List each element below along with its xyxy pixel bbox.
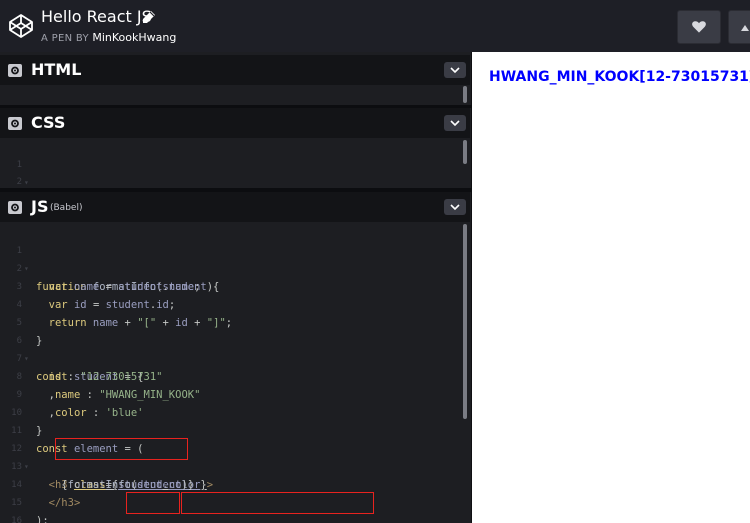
rendered-output: HWANG_MIN_KOOK[12-73015731] xyxy=(489,69,750,85)
css-scrollbar[interactable] xyxy=(463,140,467,164)
byline-prefix: A PEN BY xyxy=(41,33,89,44)
js-collapse-chevron-down-icon[interactable] xyxy=(444,199,466,215)
js-code-area[interactable]: 1 ▾ function formatInfo(student){ 2 var … xyxy=(0,222,470,523)
css-settings-gear-icon[interactable] xyxy=(8,117,22,130)
css-editor-label: CSS xyxy=(31,113,66,132)
html-code-area[interactable]: 1 <div id="root"></div> xyxy=(0,85,470,105)
css-collapse-chevron-down-icon[interactable] xyxy=(444,115,466,131)
js-editor-header: JS (Babel) xyxy=(0,192,470,222)
html-editor-header: HTML xyxy=(0,55,470,85)
code-line: 1 ▾ .blue { xyxy=(0,138,460,187)
html-settings-gear-icon[interactable] xyxy=(8,64,22,77)
js-preprocessor-label: (Babel) xyxy=(50,203,83,213)
code-line: 4 return name + "[" + id + "]"; xyxy=(0,278,460,329)
code-line: 14 </h3> xyxy=(0,458,460,509)
heart-button[interactable] xyxy=(677,10,721,44)
highlight-box-element xyxy=(126,492,180,514)
share-icon xyxy=(741,25,749,31)
author-link[interactable]: MinKookHwang xyxy=(92,31,176,44)
editor-panel: HTML 1 <div id="root"></div> CSS 1 ▾ .bl… xyxy=(0,52,472,523)
code-line: 5 } xyxy=(0,296,460,347)
js-settings-gear-icon[interactable] xyxy=(8,201,22,214)
code-line: 8 ,name : "HWANG_MIN_KOOK" xyxy=(0,350,460,401)
code-line: 10 } xyxy=(0,386,460,437)
html-collapse-chevron-down-icon[interactable] xyxy=(444,62,466,78)
pen-title[interactable]: Hello React JS xyxy=(41,7,152,26)
html-scrollbar[interactable] xyxy=(463,86,467,103)
code-line: 6 ▾ const student = { xyxy=(0,314,460,383)
preview-pane: HWANG_MIN_KOOK[12-73015731] xyxy=(482,52,750,523)
code-line: 11 const element = ( xyxy=(0,404,460,455)
line-number: 16 xyxy=(11,516,22,523)
code-line: 3 var id = student.id; xyxy=(0,260,460,311)
highlight-box-formatinfo xyxy=(55,438,188,460)
css-editor-header: CSS xyxy=(0,108,470,138)
code-line: 1 ▾ function formatInfo(student){ xyxy=(0,224,460,293)
pen-byline: A PEN BY MinKookHwang xyxy=(41,31,176,44)
code-line: 1 <div id="root"></div> xyxy=(0,86,460,104)
css-code-area[interactable]: 1 ▾ .blue { 2 color : blue; 3 } xyxy=(0,138,470,190)
heart-icon xyxy=(692,21,706,33)
js-editor-label: JS xyxy=(31,197,49,216)
pen-header: Hello React JS A PEN BY MinKookHwang xyxy=(0,0,750,52)
js-scrollbar[interactable] xyxy=(463,224,467,419)
code-line: 9 ,color : 'blue' xyxy=(0,368,460,419)
html-editor-label: HTML xyxy=(31,60,82,79)
code-line: 7 id : "12-73015731" xyxy=(0,332,460,383)
share-button[interactable] xyxy=(728,10,750,44)
code-line: 2 var name = student.name; xyxy=(0,242,460,293)
pencil-icon[interactable] xyxy=(142,10,156,24)
highlight-box-getelementbyid xyxy=(181,492,374,514)
code-line: 2 color : blue; xyxy=(0,155,460,187)
codepen-logo-icon[interactable] xyxy=(8,13,34,39)
